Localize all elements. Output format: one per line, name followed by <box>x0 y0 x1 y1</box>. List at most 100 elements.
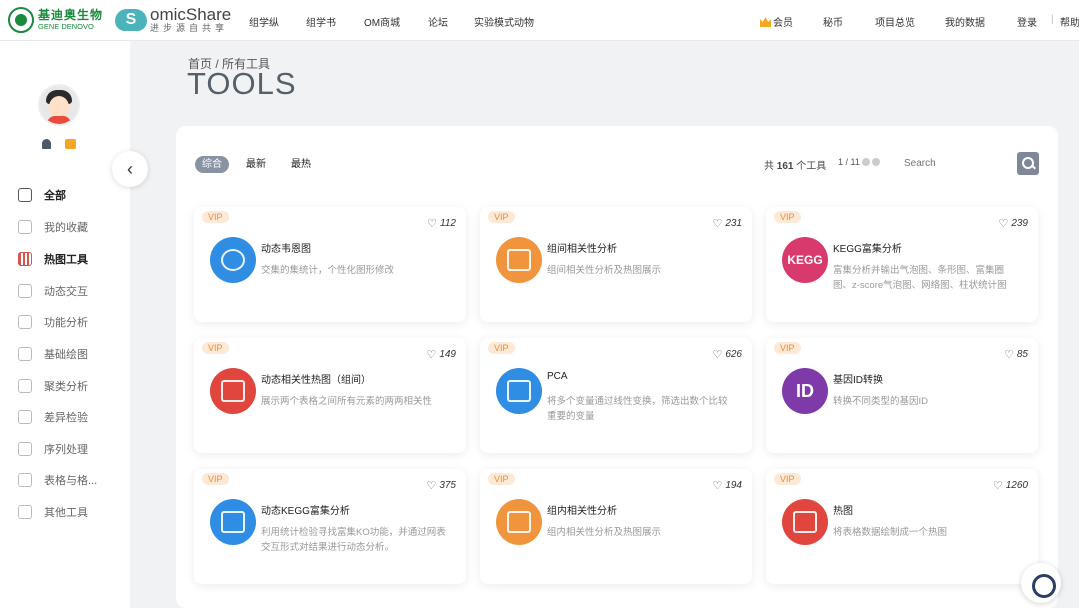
sidebar-item-label: 其他工具 <box>44 504 88 520</box>
user-avatar[interactable] <box>38 84 80 126</box>
nav-item-model-animals[interactable]: 实验模式动物 <box>474 14 534 29</box>
tool-count-summary: 共 161 个工具 <box>764 157 826 172</box>
logo-en-text: GENE DENOVO <box>38 23 103 31</box>
likes-count[interactable]: ♡626 <box>712 348 742 361</box>
likes-count[interactable]: ♡231 <box>712 217 742 230</box>
next-page-icon[interactable] <box>872 158 880 166</box>
card-title: 动态韦恩图 <box>261 240 311 255</box>
nav-login[interactable]: 登录 <box>1017 14 1037 29</box>
sidebar-item-label: 全部 <box>44 187 66 203</box>
tool-card-pca[interactable]: VIP ♡626 PCA 将多个变量通过线性变换，筛选出数个比较重要的变量 <box>480 338 752 453</box>
sidebar-item-function-analysis[interactable]: 功能分析 <box>18 314 88 330</box>
sidebar-item-all[interactable]: 全部 <box>18 187 66 203</box>
sidebar-item-difference-test[interactable]: 差异检验 <box>18 409 88 425</box>
page-info: 1 / 11 <box>838 157 860 167</box>
venn-icon <box>18 347 32 361</box>
omicshare-cloud-icon: S <box>115 9 147 31</box>
customer-service-button[interactable] <box>1021 563 1061 603</box>
sidebar-item-label: 我的收藏 <box>44 219 88 235</box>
card-title: KEGG富集分析 <box>833 240 902 255</box>
chevron-left-icon: ‹ <box>127 159 133 180</box>
tab-hottest[interactable]: 最热 <box>291 156 311 173</box>
nav-help[interactable]: 帮助 <box>1060 14 1079 29</box>
omicshare-logo[interactable]: S omicShare 进步源自共享 <box>115 6 231 33</box>
heart-icon: ♡ <box>1004 348 1014 361</box>
tool-card-venn[interactable]: VIP ♡112 动态韦恩图 交集的集统计，个性化图形修改 <box>194 207 466 322</box>
likes-count[interactable]: ♡375 <box>426 479 456 492</box>
bell-icon[interactable] <box>42 139 51 149</box>
sidebar: 全部 我的收藏 热图工具 动态交互 功能分析 基础绘图 聚类分析 差异检验 序列… <box>0 41 130 608</box>
vip-badge: VIP <box>202 342 229 354</box>
page-title: TOOLS <box>187 66 297 102</box>
vip-badge: VIP <box>488 211 515 223</box>
likes-count[interactable]: ♡85 <box>1004 348 1028 361</box>
nav-project-overview[interactable]: 项目总览 <box>875 14 915 29</box>
logo-cn-text: 基迪奥生物 <box>38 9 103 21</box>
pca-tool-icon <box>496 368 542 414</box>
heatmap-tool-icon <box>210 368 256 414</box>
card-description: 交集的集统计，个性化图形修改 <box>261 263 446 278</box>
genedenovo-logo[interactable]: 基迪奥生物 GENE DENOVO <box>8 7 103 33</box>
card-title: 热图 <box>833 502 853 517</box>
sidebar-item-basic-plot[interactable]: 基础绘图 <box>18 346 88 362</box>
top-navbar: 基迪奥生物 GENE DENOVO S omicShare 进步源自共享 组学纵… <box>0 0 1079 41</box>
nav-item-omics-book[interactable]: 组学书 <box>306 14 336 29</box>
vip-badge-icon[interactable] <box>65 139 76 149</box>
nav-item-om-mall[interactable]: OM商城 <box>364 14 400 29</box>
sidebar-item-interactive[interactable]: 动态交互 <box>18 283 88 299</box>
kegg-tool-icon: KEGG <box>782 237 828 283</box>
likes-count[interactable]: ♡149 <box>426 348 456 361</box>
card-title: 组间相关性分析 <box>547 240 617 255</box>
star-icon <box>18 220 32 234</box>
heatmap-tool-icon <box>782 499 828 545</box>
likes-count[interactable]: ♡112 <box>427 217 456 230</box>
tab-comprehensive[interactable]: 综合 <box>195 156 229 173</box>
sidebar-item-favorites[interactable]: 我的收藏 <box>18 219 88 235</box>
tool-card-dynamic-correlation-heatmap[interactable]: VIP ♡149 动态相关性热图（组间） 展示两个表格之间所有元素的两两相关性 <box>194 338 466 453</box>
nav-divider: | <box>1051 14 1054 25</box>
card-title: PCA <box>547 371 568 382</box>
id-tool-icon: ID <box>782 368 828 414</box>
sidebar-item-label: 序列处理 <box>44 441 88 457</box>
search-box <box>898 152 1040 175</box>
omicshare-slogan: 进步源自共享 <box>150 24 231 33</box>
table-icon <box>18 473 32 487</box>
tool-card-gene-id-conversion[interactable]: VIP ♡85 ID 基因ID转换 转换不同类型的基因ID <box>766 338 1038 453</box>
nav-my-data[interactable]: 我的数据 <box>945 14 985 29</box>
sidebar-item-label: 功能分析 <box>44 314 88 330</box>
nav-item-omics-school[interactable]: 组学纵 <box>249 14 279 29</box>
search-input[interactable] <box>898 152 1018 175</box>
tool-card-heatmap[interactable]: VIP ♡1260 热图 将表格数据绘制成一个热图 <box>766 469 1038 584</box>
sidebar-item-heatmap-tools[interactable]: 热图工具 <box>18 251 88 267</box>
nav-vip-link[interactable]: 会员 <box>760 14 793 29</box>
search-button[interactable] <box>1017 152 1039 175</box>
nav-coins[interactable]: 秘币 <box>823 14 843 29</box>
nav-item-forum[interactable]: 论坛 <box>428 14 448 29</box>
card-description: 转换不同类型的基因ID <box>833 394 1018 409</box>
vip-badge: VIP <box>202 473 229 485</box>
tool-card-kegg-enrichment[interactable]: VIP ♡239 KEGG KEGG富集分析 富集分析并输出气泡图、条形图、富集… <box>766 207 1038 322</box>
card-description: 利用统计检验寻找富集KO功能，并通过网表交互形式对结果进行动态分析。 <box>261 525 446 555</box>
sequence-icon <box>18 442 32 456</box>
tool-card-dynamic-kegg[interactable]: VIP ♡375 动态KEGG富集分析 利用统计检验寻找富集KO功能，并通过网表… <box>194 469 466 584</box>
cluster-icon <box>18 379 32 393</box>
likes-count[interactable]: ♡1260 <box>993 479 1028 492</box>
card-description: 组内相关性分析及热图展示 <box>547 525 732 540</box>
tool-card-between-group-correlation[interactable]: VIP ♡231 组间相关性分析 组间相关性分析及热图展示 <box>480 207 752 322</box>
venn-tool-icon <box>210 237 256 283</box>
tool-count: 161 <box>777 161 794 172</box>
sidebar-item-label: 表格与格... <box>44 472 97 488</box>
likes-count[interactable]: ♡239 <box>998 217 1028 230</box>
interactive-icon <box>18 284 32 298</box>
likes-count[interactable]: ♡194 <box>712 479 742 492</box>
sidebar-item-sequence[interactable]: 序列处理 <box>18 441 88 457</box>
tab-newest[interactable]: 最新 <box>246 156 266 173</box>
tool-card-within-group-correlation[interactable]: VIP ♡194 组内相关性分析 组内相关性分析及热图展示 <box>480 469 752 584</box>
sidebar-item-clustering[interactable]: 聚类分析 <box>18 378 88 394</box>
sidebar-item-other-tools[interactable]: 其他工具 <box>18 504 88 520</box>
sidebar-item-table-format[interactable]: 表格与格... <box>18 472 97 488</box>
heart-icon: ♡ <box>998 217 1008 230</box>
prev-page-icon[interactable] <box>862 158 870 166</box>
heart-icon: ♡ <box>712 348 722 361</box>
sidebar-collapse-button[interactable]: ‹ <box>112 151 148 187</box>
